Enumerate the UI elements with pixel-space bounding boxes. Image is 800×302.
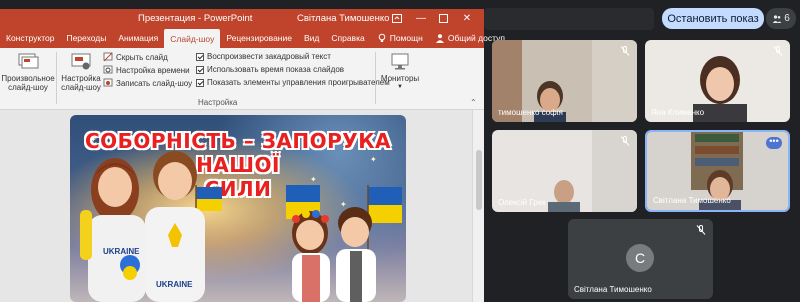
minimize-icon[interactable]: —	[410, 9, 432, 28]
participant-tile[interactable]: тимошенко софія	[492, 40, 637, 122]
participants-count: 6	[784, 13, 790, 24]
rehearse-label: Настройка времени	[116, 65, 190, 75]
tab-view[interactable]: Вид	[298, 28, 325, 48]
people-icon	[773, 14, 782, 23]
scroll-thumb[interactable]	[476, 150, 482, 210]
custom-show-label: Произвольное слайд-шоу	[1, 74, 55, 92]
mic-off-icon	[696, 225, 706, 235]
record-label: Записать слайд-шоу	[116, 78, 193, 88]
checkbox-checked-icon	[196, 78, 204, 87]
rehearse-timings-button[interactable]: Настройка времени	[103, 65, 190, 75]
ppt-user-name: Світлана Тимошенко	[297, 13, 390, 24]
powerpoint-window: Презентация - PowerPoint Світлана Тимоше…	[0, 9, 505, 302]
ribbon-separator	[56, 52, 57, 104]
record-icon	[103, 78, 113, 87]
custom-show-button[interactable]: Произвольное слайд-шоу	[1, 52, 55, 92]
participant-name: Світлана Тимошенко	[574, 285, 652, 294]
ppt-title-bar: Презентация - PowerPoint Світлана Тимоше…	[0, 9, 484, 28]
shirt-text-right: UKRAINE	[156, 280, 193, 289]
mic-off-icon	[620, 136, 630, 146]
hide-slide-icon	[103, 52, 113, 62]
ribbon-display-icon[interactable]	[386, 9, 408, 28]
participants-button[interactable]: 6	[766, 8, 796, 29]
collapse-ribbon-icon[interactable]: ⌃	[470, 98, 477, 107]
maximize-icon[interactable]	[432, 9, 454, 28]
participant-tile[interactable]: С Світлана Тимошенко	[568, 219, 713, 299]
meet-top-bar: Остановить показ	[484, 0, 800, 36]
tab-review[interactable]: Рецензирование	[220, 28, 298, 48]
tell-me-label: Помощн	[389, 33, 423, 43]
media-controls-checkbox[interactable]: Показать элементы управления проигрывате…	[196, 78, 390, 87]
ribbon-separator	[375, 52, 376, 104]
media-controls-label: Показать элементы управления проигрывате…	[207, 78, 390, 87]
avatar: С	[626, 244, 654, 272]
participant-tile[interactable]: Олексій Грек	[492, 130, 637, 212]
monitors-button[interactable]: Мониторы ▼	[378, 52, 422, 92]
use-timings-checkbox[interactable]: Использовать время показа слайдов	[196, 65, 344, 74]
more-options-icon[interactable]: •••	[766, 137, 782, 149]
tab-transitions[interactable]: Переходы	[60, 28, 112, 48]
share-person-icon	[435, 34, 444, 43]
tab-animations[interactable]: Анимация	[112, 28, 164, 48]
use-timings-label: Использовать время показа слайдов	[207, 65, 345, 74]
ribbon-slideshow: Произвольное слайд-шоу Настройка слайд-ш…	[0, 48, 484, 110]
dropdown-arrow-icon: ▼	[397, 84, 403, 90]
ppt-window-title: Презентация - PowerPoint	[138, 13, 253, 24]
checkbox-checked-icon	[196, 52, 204, 61]
tab-design[interactable]: Конструктор	[0, 28, 60, 48]
participant-name: тимошенко софія	[498, 108, 563, 117]
setup-slideshow-icon	[71, 53, 91, 70]
slide-canvas[interactable]: ✦ ✦ ✦ ✦ ✦ СОБОРНІСТЬ – ЗАПОРУКА НАШОЇ СИ…	[70, 115, 406, 302]
close-icon[interactable]: ✕	[456, 9, 478, 28]
lightbulb-icon	[378, 33, 386, 42]
hide-slide-label: Скрыть слайд	[116, 52, 168, 62]
ribbon-tabs: Конструктор Переходы Анимация Слайд-шоу …	[0, 28, 505, 48]
slide-illustration	[80, 151, 402, 302]
meet-presentation-bar	[484, 8, 654, 30]
vertical-scrollbar[interactable]	[472, 110, 484, 302]
play-narration-checkbox[interactable]: Воспроизвести закадровый текст	[196, 52, 331, 61]
shirt-text-left: UKRAINE	[103, 247, 140, 256]
tab-tell-me[interactable]: Помощн	[371, 28, 429, 48]
slide-editing-area: ✦ ✦ ✦ ✦ ✦ СОБОРНІСТЬ – ЗАПОРУКА НАШОЇ СИ…	[0, 110, 484, 302]
checkbox-checked-icon	[196, 65, 204, 74]
play-narration-label: Воспроизвести закадровый текст	[207, 52, 331, 61]
participant-name: Світлана Тимошенко	[653, 196, 731, 205]
stop-presenting-button[interactable]: Остановить показ	[662, 8, 764, 29]
setup-show-label: Настройка слайд-шоу	[61, 74, 101, 92]
participant-tile[interactable]: Яна Клименко	[645, 40, 790, 122]
mic-off-icon	[620, 46, 630, 56]
monitor-icon	[391, 53, 409, 70]
setup-show-button[interactable]: Настройка слайд-шоу	[60, 52, 102, 92]
timer-icon	[103, 65, 113, 74]
tab-slideshow[interactable]: Слайд-шоу	[164, 29, 221, 48]
participant-tile-active[interactable]: ••• Світлана Тимошенко	[645, 130, 790, 212]
mic-off-icon	[773, 46, 783, 56]
hide-slide-button[interactable]: Скрыть слайд	[103, 52, 168, 62]
group-label-setup: Настройка	[198, 98, 238, 107]
custom-slideshow-icon	[18, 53, 39, 69]
tab-help[interactable]: Справка	[325, 28, 370, 48]
record-slideshow-button[interactable]: Записать слайд-шоу ▼	[103, 78, 201, 88]
monitors-label: Мониторы	[380, 74, 420, 83]
participant-name: Яна Клименко	[651, 108, 705, 117]
participant-name: Олексій Грек	[498, 198, 546, 207]
